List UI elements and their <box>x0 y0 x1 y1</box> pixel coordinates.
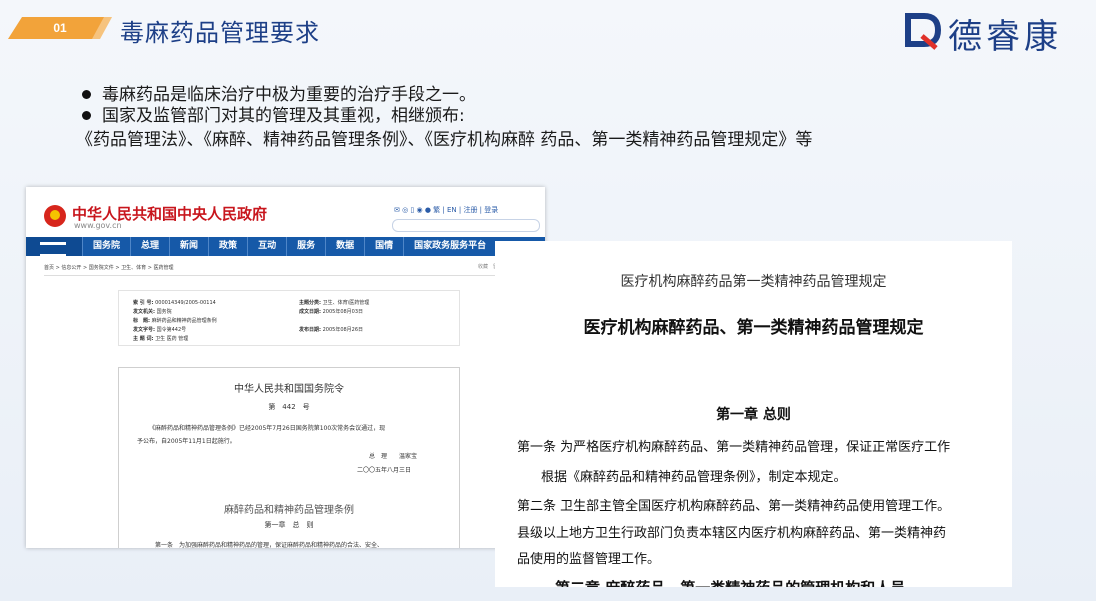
divider <box>44 275 539 276</box>
bullet-list: 毒麻药品是临床治疗中极为重要的治疗手段之一。 国家及监管部门对其的管理及其重视，… <box>72 85 812 151</box>
order-paragraph: 《麻醉药品和精神药品管理条例》已经2005年7月26日国务院第100次常务会议通… <box>149 425 386 432</box>
home-icon <box>26 237 82 256</box>
brand-logo: 德睿康 <box>902 6 1082 57</box>
gov-site-screenshot: 中华人民共和国中央人民政府 www.gov.cn ✉ ◎ ▯ ◉ ● 繁 | E… <box>26 187 545 548</box>
meta-row: 索 引 号: 000014349/2005-00114 <box>133 300 216 306</box>
gov-nav-item: 互动 <box>247 237 286 256</box>
gov-nav-item: 总理 <box>130 237 169 256</box>
doc-paragraph: 县级以上地方卫生行政部门负责本辖区内医疗机构麻醉药品、第一类精神药 <box>517 526 947 541</box>
logo-text: 德睿康 <box>948 17 1062 57</box>
doc-header-line: 医疗机构麻醉药品第一类精神药品管理规定 <box>620 274 887 290</box>
law-list-text: 《药品管理法》、《麻醉、精神药品管理条例》、《医疗机构麻醉 药品、第一类精神药品… <box>76 130 813 150</box>
order-paragraph: 予公布，自2005年11月1日起施行。 <box>137 438 236 445</box>
gov-nav-item: 新闻 <box>169 237 208 256</box>
favorite-label: 收藏 <box>477 263 488 270</box>
meta-row: 成文日期: 2005年08月03日 <box>299 309 364 315</box>
order-date: 二〇〇五年八月三日 <box>357 467 412 474</box>
doc-chapter: 第一章 总则 <box>716 407 791 423</box>
gov-nav-item: 国情 <box>364 237 403 256</box>
bullet-dot-icon <box>82 110 91 120</box>
regulation-article: 第一条 为加强麻醉药品和精神药品的管理，保证麻醉药品和精神药品的合法、安全、 <box>155 542 384 548</box>
meta-row: 发文机关: 国务院 <box>133 309 172 315</box>
doc-title: 医疗机构麻醉药品、第一类精神药品管理规定 <box>583 318 924 338</box>
bullet-dot-icon <box>82 89 91 99</box>
gov-nav-item: 国务院 <box>82 237 130 256</box>
regulation-document: 医疗机构麻醉药品第一类精神药品管理规定 医疗机构麻醉药品、第一类精神药品管理规定… <box>495 241 1012 587</box>
gov-nav-item: 国家政务服务平台 <box>403 237 496 256</box>
gov-nav-item: 服务 <box>286 237 325 256</box>
meta-row: 标 题: 麻醉药品和精神药品管理条例 <box>133 318 217 324</box>
gov-nav-bar: 国务院 总理 新闻 政策 互动 服务 数据 国情 国家政务服务平台 <box>26 237 545 256</box>
share-icons: ✉ ◎ ▯ ◉ ● <box>394 206 434 214</box>
national-emblem-icon <box>44 205 66 227</box>
doc-paragraph: 第一条 为严格医疗机构麻醉药品、第一类精神药品管理，保证正常医疗工作 <box>517 440 951 455</box>
meta-row: 发布日期: 2005年08月26日 <box>299 327 364 333</box>
bullet-item: 毒麻药品是临床治疗中极为重要的治疗手段之一。 <box>72 85 812 106</box>
order-number: 第 442 号 <box>268 403 310 411</box>
doc-meta-table: 索 引 号: 000014349/2005-00114 主题分类: 卫生、体育\… <box>118 290 460 346</box>
gov-site-url: www.gov.cn <box>74 221 122 230</box>
section-number-tab: 01 <box>8 17 112 39</box>
gov-nav-item: 政策 <box>208 237 247 256</box>
meta-row: 发文字号: 国令第442号 <box>133 327 187 333</box>
breadcrumb: 首页 > 信息公开 > 国务院文件 > 卫生、体育 > 医药管理 <box>44 265 174 271</box>
bullet-item: 国家及监管部门对其的管理及其重视，相继颁布: <box>72 106 812 127</box>
gov-nav-item: 数据 <box>325 237 364 256</box>
order-title: 中华人民共和国国务院令 <box>234 384 344 395</box>
gov-header: 中华人民共和国中央人民政府 www.gov.cn ✉ ◎ ▯ ◉ ● 繁 | E… <box>26 187 545 235</box>
state-council-order: 中华人民共和国国务院令 第 442 号 《麻醉药品和精神药品管理条例》已经200… <box>118 367 460 548</box>
doc-paragraph: 根据《麻醉药品和精神药品管理条例》，制定本规定。 <box>541 470 847 485</box>
regulation-chapter: 第一章 总 则 <box>264 521 314 529</box>
meta-row: 主题分类: 卫生、体育\医药管理 <box>299 300 370 306</box>
gov-top-links: ✉ ◎ ▯ ◉ ● 繁 | EN | 注册 | 登录 <box>394 206 499 214</box>
page-title: 毒麻药品管理要求 <box>120 19 320 47</box>
meta-row: 主 题 词: 卫生 医药 管理 <box>133 336 189 342</box>
regulation-title: 麻醉药品和精神药品管理条例 <box>224 505 354 516</box>
order-signer: 总 理 温家宝 <box>369 453 418 460</box>
gov-search-input <box>392 219 540 232</box>
doc-paragraph: 第二条 卫生部主管全国医疗机构麻醉药品、第一类精神药品使用管理工作。 <box>517 499 951 514</box>
doc-chapter-cut: 第二章 麻醉药品、第一类精神药品的管理机构和人员 <box>555 577 905 587</box>
logo-mark-icon <box>905 13 942 50</box>
doc-paragraph: 品使用的监督管理工作。 <box>517 552 661 567</box>
section-number: 01 <box>53 21 67 35</box>
